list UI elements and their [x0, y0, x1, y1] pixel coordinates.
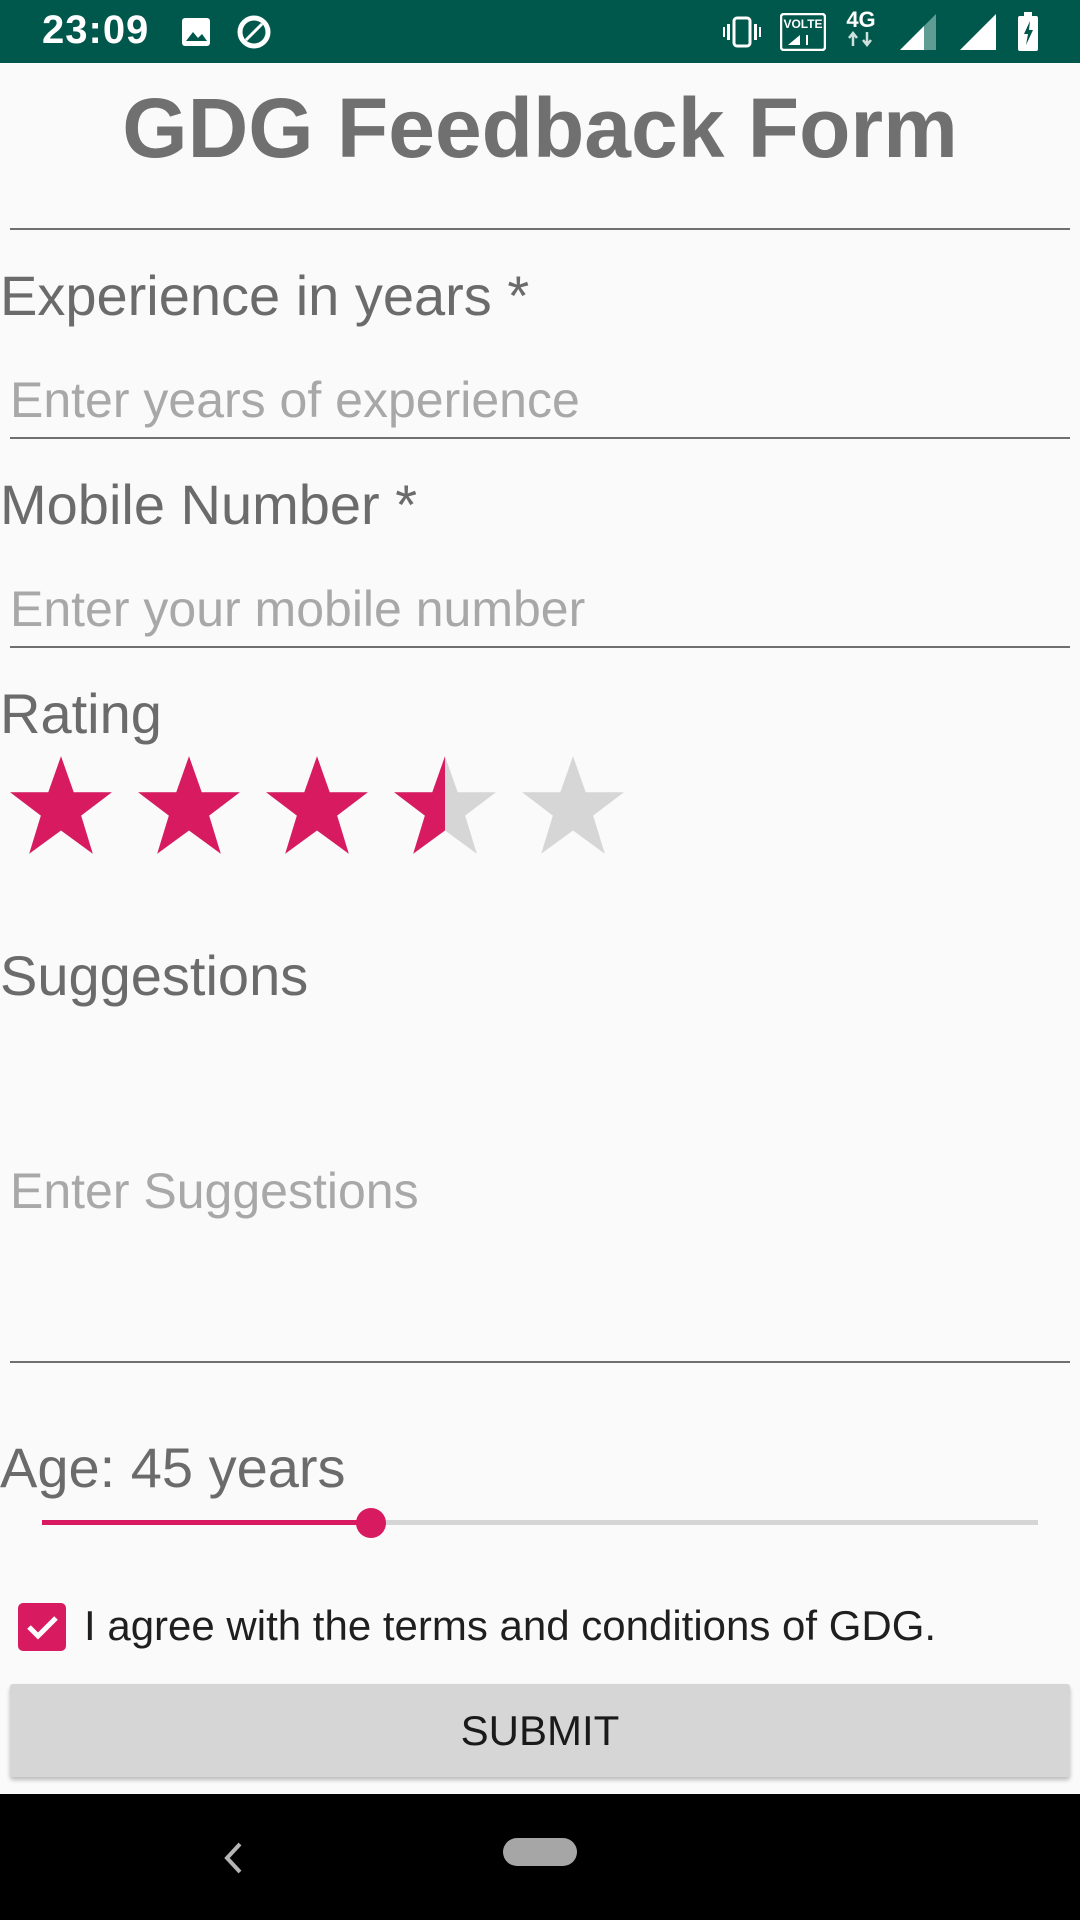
network-4g-label: 4G — [846, 7, 876, 32]
experience-label: Experience in years * — [0, 264, 530, 327]
network-4g-icon: 4G — [843, 8, 879, 48]
page-title: GDG Feedback Form — [122, 81, 958, 175]
star-5-icon[interactable] — [520, 752, 626, 858]
suggestions-label: Suggestions — [0, 944, 309, 1007]
age-label: Age: 45 years — [0, 1436, 346, 1499]
status-time: 23:09 — [42, 8, 150, 52]
star-2-icon[interactable] — [136, 752, 242, 858]
terms-label[interactable]: I agree with the terms and conditions of… — [84, 1602, 936, 1650]
data-saver-icon — [234, 12, 274, 52]
volte-icon: VOLTE — [779, 12, 827, 52]
star-4-icon[interactable] — [392, 752, 498, 858]
age-slider-thumb[interactable] — [355, 1508, 386, 1538]
star-3-icon[interactable] — [264, 752, 370, 858]
age-slider[interactable] — [42, 1508, 1038, 1538]
experience-underline — [10, 437, 1070, 439]
rating-bar[interactable] — [8, 752, 626, 860]
signal-icon — [958, 12, 998, 52]
navigation-bar — [0, 1794, 1080, 1920]
battery-icon — [1016, 12, 1040, 52]
suggestions-underline — [10, 1361, 1070, 1363]
home-pill-icon[interactable] — [503, 1838, 577, 1866]
volte-label: VOLTE — [783, 17, 822, 31]
star-1-icon[interactable] — [8, 752, 114, 858]
back-icon[interactable] — [218, 1838, 248, 1878]
mobile-label: Mobile Number * — [0, 473, 418, 536]
image-icon — [180, 12, 212, 52]
check-icon — [27, 1616, 58, 1640]
status-bar: 23:09 VOLTE 4G — [0, 0, 1080, 63]
suggestions-input[interactable] — [10, 1162, 1070, 1232]
mobile-underline — [10, 646, 1070, 648]
mobile-input[interactable] — [10, 577, 1070, 641]
rating-label: Rating — [0, 682, 162, 745]
experience-input[interactable] — [10, 368, 1070, 432]
age-slider-fill — [42, 1520, 371, 1525]
vibrate-icon — [722, 12, 762, 52]
title-divider — [10, 228, 1070, 230]
terms-checkbox[interactable] — [18, 1603, 66, 1651]
signal-icon — [898, 12, 938, 52]
submit-button[interactable]: SUBMIT — [10, 1684, 1070, 1777]
